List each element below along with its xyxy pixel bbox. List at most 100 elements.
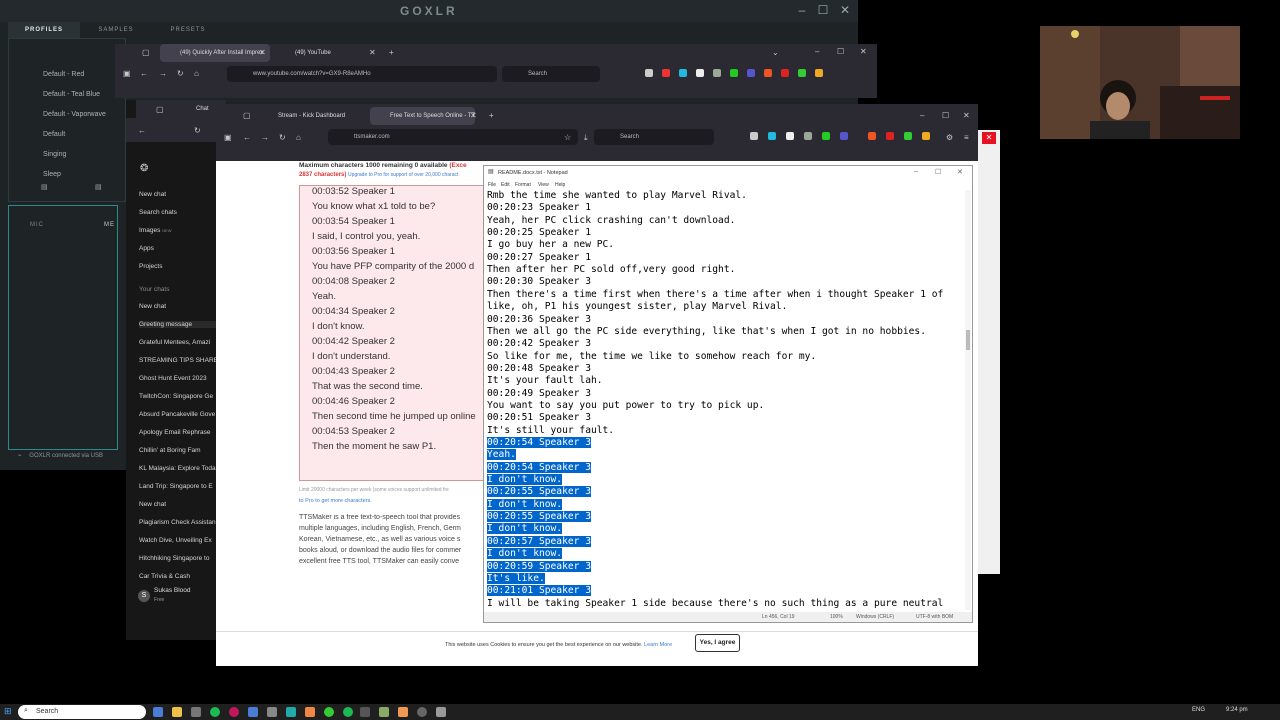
app-icon[interactable]: [343, 707, 353, 717]
minimize-icon[interactable]: –: [815, 47, 819, 57]
sidebar-icon[interactable]: ▢: [142, 48, 150, 58]
chat-history-item[interactable]: Ghost Hunt Event 2023: [139, 375, 219, 382]
forward-icon[interactable]: →: [261, 133, 269, 143]
clock[interactable]: 9:24 pm: [1226, 707, 1248, 713]
close-tab-icon[interactable]: ✕: [369, 48, 376, 58]
chat-history-item[interactable]: New chat: [139, 303, 219, 310]
search-chats-button[interactable]: Search chats: [139, 209, 219, 216]
close-icon[interactable]: ✕: [982, 132, 996, 144]
back-icon[interactable]: ←: [140, 69, 148, 79]
sidebar-icon[interactable]: ▣: [224, 133, 232, 143]
new-tab-icon[interactable]: +: [489, 111, 494, 121]
firefox-icon[interactable]: [305, 707, 315, 717]
app-icon[interactable]: [324, 707, 334, 717]
chat-history-item[interactable]: Grateful Mentees, Amazi: [139, 339, 219, 346]
tab-youtube[interactable]: (49) YouTube: [275, 44, 375, 62]
menu-icon[interactable]: ≡: [964, 133, 969, 143]
taskview-icon[interactable]: [153, 707, 163, 717]
minimize-icon[interactable]: –: [914, 168, 918, 175]
tab-profiles[interactable]: PROFILES: [8, 22, 80, 38]
menu-help[interactable]: Help: [555, 182, 565, 188]
tab-mixer[interactable]: ME: [104, 222, 115, 228]
maximize-icon[interactable]: ☐: [814, 3, 832, 17]
search-input[interactable]: Search: [502, 66, 600, 82]
new-chat-button[interactable]: New chat: [139, 191, 219, 198]
home-icon[interactable]: ⌂: [296, 133, 301, 143]
chat-history-item[interactable]: Greeting message: [139, 321, 219, 328]
chat-history-item[interactable]: Apology Email Rephrase: [139, 429, 219, 436]
vertical-scrollbar[interactable]: [965, 190, 971, 610]
app-icon[interactable]: [248, 707, 258, 717]
forward-icon[interactable]: →: [159, 69, 167, 79]
close-icon[interactable]: ✕: [963, 111, 970, 121]
profile-item[interactable]: Default - Red: [43, 71, 84, 78]
chat-history-item[interactable]: Absurd Pancakeville Gove: [139, 411, 219, 418]
search-input[interactable]: Search: [594, 129, 714, 145]
openai-logo-icon[interactable]: ❂: [140, 164, 148, 174]
profile-item[interactable]: Default: [43, 131, 65, 138]
close-icon[interactable]: ✕: [957, 168, 963, 176]
images-button[interactable]: Images NEW: [139, 227, 219, 234]
chat-history-item[interactable]: KL Malaysia: Explore Toda: [139, 465, 219, 472]
chat-history-item[interactable]: Car Trivia & Cash: [139, 573, 219, 580]
maximize-icon[interactable]: ☐: [942, 111, 949, 121]
chat-history-item[interactable]: Land Trip: Singapore to E: [139, 483, 219, 490]
taskbar-search-input[interactable]: Search: [18, 705, 146, 719]
apps-button[interactable]: Apps: [139, 245, 219, 252]
chat-history-item[interactable]: Watch Dive, Unveiling Ex: [139, 537, 219, 544]
back-icon[interactable]: ←: [243, 133, 251, 143]
reload-icon[interactable]: ↻: [279, 133, 286, 143]
close-tab-icon[interactable]: ✕: [470, 111, 477, 121]
close-tab-icon[interactable]: ✕: [259, 48, 266, 58]
maximize-icon[interactable]: ☐: [837, 47, 844, 57]
sidebar-icon[interactable]: ▢: [243, 111, 251, 121]
home-icon[interactable]: ⌂: [194, 69, 199, 79]
notepad-text-area[interactable]: Rmb the time she wanted to play Marvel R…: [487, 190, 963, 610]
scrollbar-thumb[interactable]: [966, 330, 970, 350]
chat-history-item[interactable]: TwitchCon: Singapore Ge: [139, 393, 219, 400]
tts-text-input[interactable]: 00:03:52 Speaker 1 You know what x1 told…: [299, 185, 489, 481]
profile-item[interactable]: Default - Vaporwave: [43, 111, 106, 118]
pro-link[interactable]: to Pro to get more characters.: [299, 498, 372, 504]
tab-samples[interactable]: SAMPLES: [80, 22, 152, 38]
avatar[interactable]: S: [138, 590, 150, 602]
app-icon[interactable]: [398, 707, 408, 717]
app-icon[interactable]: [417, 707, 427, 717]
back-icon[interactable]: ←: [138, 126, 146, 136]
file-icon[interactable]: ▤: [95, 183, 102, 191]
menu-format[interactable]: Format: [515, 182, 531, 188]
learn-more-link[interactable]: Learn More: [644, 642, 672, 648]
cookie-agree-button[interactable]: Yes, I agree: [695, 634, 740, 652]
chat-history-item[interactable]: Chillin' at Boring Fam: [139, 447, 219, 454]
start-icon[interactable]: ⊞: [4, 706, 12, 717]
app-icon[interactable]: [191, 707, 201, 717]
chat-history-item[interactable]: New chat: [139, 501, 219, 508]
sidebar-icon[interactable]: ▢: [156, 105, 164, 115]
tab-mic[interactable]: MIC: [30, 222, 44, 228]
tab-youtube-video[interactable]: (49) Quickly After Install Impres: [160, 44, 270, 62]
save-icon[interactable]: ▤: [41, 183, 48, 191]
reload-icon[interactable]: ↻: [177, 69, 184, 79]
menu-view[interactable]: View: [538, 182, 549, 188]
new-tab-icon[interactable]: +: [389, 48, 394, 58]
extensions-icon[interactable]: ⚙: [946, 133, 953, 143]
app-icon[interactable]: [360, 707, 370, 717]
app-icon[interactable]: [229, 707, 239, 717]
spotify-icon[interactable]: [210, 707, 220, 717]
language-indicator[interactable]: ENG: [1192, 707, 1205, 713]
upgrade-link[interactable]: Upgrade to Pro for support of over 20,00…: [348, 172, 458, 178]
menu-file[interactable]: File: [488, 182, 496, 188]
app-icon[interactable]: [267, 707, 277, 717]
download-icon[interactable]: ⤓: [584, 133, 588, 143]
chevron-down-icon[interactable]: ⌄: [772, 48, 779, 58]
tab-ttsmaker[interactable]: Free Text to Speech Online - TT: [370, 107, 475, 125]
app-icon[interactable]: [379, 707, 389, 717]
close-icon[interactable]: ✕: [860, 47, 867, 57]
projects-button[interactable]: Projects: [139, 263, 219, 270]
maximize-icon[interactable]: ☐: [935, 168, 941, 176]
profile-item[interactable]: Sleep: [43, 171, 61, 178]
url-bar[interactable]: www.youtube.com/watch?v=GX9-R8eAMHo: [227, 66, 497, 82]
chat-history-item[interactable]: Hitchhiking Singapore to: [139, 555, 219, 562]
file-explorer-icon[interactable]: [172, 707, 182, 717]
url-bar[interactable]: ttsmaker.com: [328, 129, 578, 145]
